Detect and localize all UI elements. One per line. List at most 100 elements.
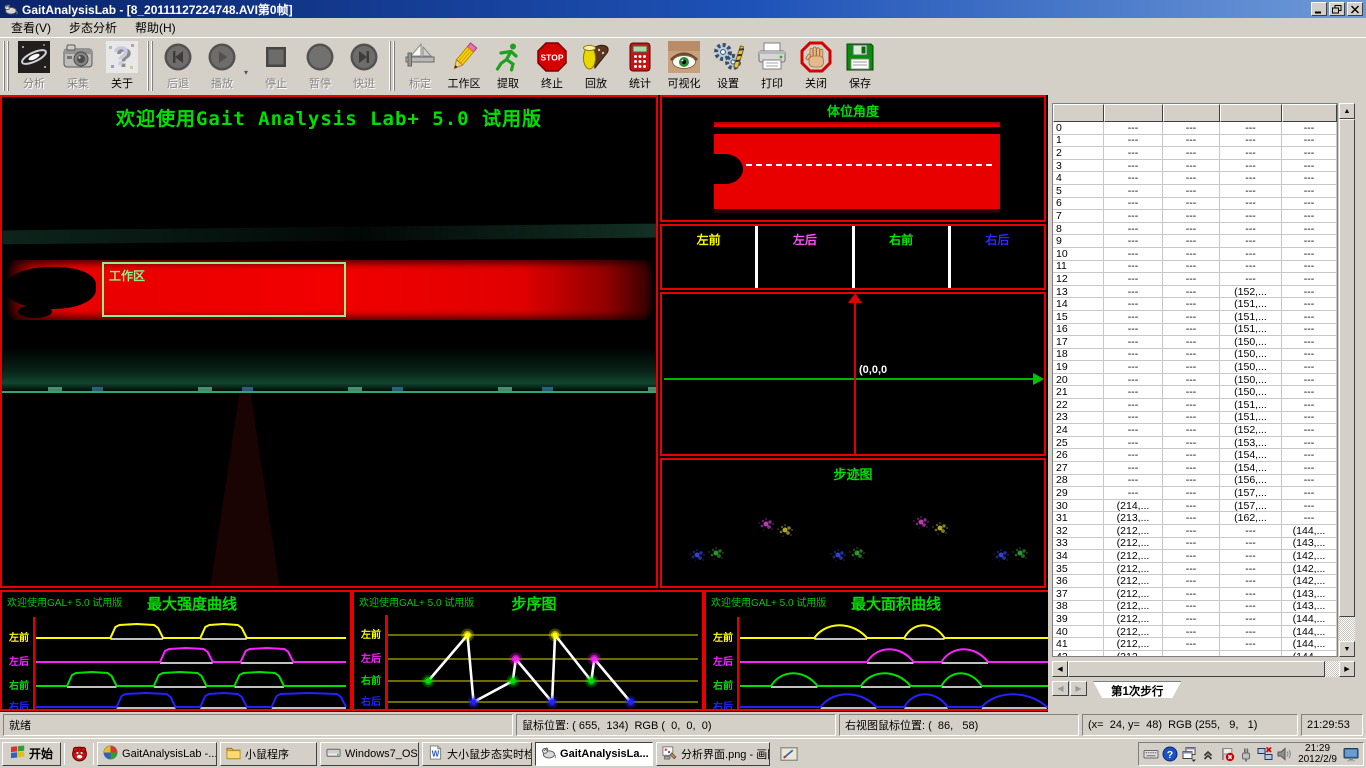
toolbar-button-快进[interactable]: 快进 — [342, 38, 386, 92]
table-row[interactable]: 28------(156,...--- — [1053, 475, 1337, 488]
table-row[interactable]: 23------(151,...--- — [1053, 412, 1337, 425]
start-button[interactable]: 开始 — [2, 742, 61, 766]
taskbar-task-5[interactable]: 分析界面.png - 画图 — [656, 742, 770, 766]
menu-item-1[interactable]: 步态分析 — [60, 18, 126, 37]
scroll-down-button[interactable]: ▼ — [1339, 641, 1355, 657]
sheet-tab-walk1[interactable]: 第1次步行 — [1093, 681, 1181, 698]
table-row[interactable]: 5------------ — [1053, 185, 1337, 198]
workarea-box[interactable]: 工作区 — [102, 262, 346, 317]
table-row[interactable]: 10------------ — [1053, 248, 1337, 261]
keyboard-icon[interactable] — [1143, 746, 1159, 762]
table-row[interactable]: 33(212,...------(143,... — [1053, 538, 1337, 551]
table-row[interactable]: 12------------ — [1053, 273, 1337, 286]
table-row[interactable]: 32(212,...------(144,... — [1053, 525, 1337, 538]
menu-item-2[interactable]: 帮助(H) — [126, 18, 185, 37]
table-row[interactable]: 3------------ — [1053, 160, 1337, 173]
grid-header-2[interactable] — [1163, 104, 1220, 122]
tablet-icon[interactable] — [779, 744, 799, 764]
scroll-left-button[interactable]: ◀ — [1052, 661, 1068, 677]
tab-next-button[interactable]: ▶ — [1070, 681, 1087, 696]
flag-alert-icon[interactable] — [1219, 746, 1235, 762]
toolbar-button-标定[interactable]: 标定 — [398, 38, 442, 92]
grid-header-3[interactable] — [1220, 104, 1282, 122]
restore-window-icon[interactable] — [1181, 746, 1197, 762]
toolbar-button-工作区[interactable]: 工作区 — [442, 38, 486, 92]
chevron-up-icon[interactable] — [1200, 746, 1216, 762]
vertical-scroll-thumb[interactable] — [1339, 119, 1355, 617]
table-row[interactable]: 11------------ — [1053, 261, 1337, 274]
table-row[interactable]: 7------------ — [1053, 210, 1337, 223]
table-row[interactable]: 37(212,...------(143,... — [1053, 588, 1337, 601]
table-row[interactable]: 36(212,...------(142,... — [1053, 575, 1337, 588]
grid-header-4[interactable] — [1282, 104, 1337, 122]
table-row[interactable]: 21------(150,...--- — [1053, 386, 1337, 399]
close-button[interactable] — [1347, 2, 1363, 16]
toolbar-button-后退[interactable]: 后退 — [156, 38, 200, 92]
toolbar-button-打印[interactable]: 打印 — [750, 38, 794, 92]
table-row[interactable]: 39(212,...------(144,... — [1053, 613, 1337, 626]
table-row[interactable]: 15------(151,...--- — [1053, 311, 1337, 324]
menu-item-0[interactable]: 查看(V) — [2, 18, 60, 37]
table-row[interactable]: 35(212,...------(142,... — [1053, 563, 1337, 576]
table-row[interactable]: 4------------ — [1053, 172, 1337, 185]
table-row[interactable]: 40(212,...------(144,... — [1053, 626, 1337, 639]
horizontal-scrollbar[interactable]: ◀ ▶ — [1052, 661, 1355, 677]
table-row[interactable]: 16------(151,...--- — [1053, 324, 1337, 337]
table-row[interactable]: 0------------ — [1053, 122, 1337, 135]
table-row[interactable]: 2------------ — [1053, 147, 1337, 160]
table-row[interactable]: 17------(150,...--- — [1053, 336, 1337, 349]
table-row[interactable]: 6------------ — [1053, 198, 1337, 211]
toolbar-button-统计[interactable]: 统计 — [618, 38, 662, 92]
toolbar-button-提取[interactable]: 提取 — [486, 38, 530, 92]
taskbar-task-2[interactable]: Windows7_OS (C:) — [320, 742, 419, 766]
table-row[interactable]: 22------(151,...--- — [1053, 399, 1337, 412]
table-row[interactable]: 29------(157,...--- — [1053, 487, 1337, 500]
scroll-up-button[interactable]: ▲ — [1339, 103, 1355, 119]
toolbar-button-暂停[interactable]: 暂停 — [298, 38, 342, 92]
play-dropdown-arrow[interactable]: ▾ — [244, 68, 254, 77]
table-row[interactable]: 19------(150,...--- — [1053, 361, 1337, 374]
toolbar-button-回放[interactable]: 回放 — [574, 38, 618, 92]
toolbar-button-关于[interactable]: ??关于 — [100, 38, 144, 92]
table-row[interactable]: 34(212,...------(142,... — [1053, 550, 1337, 563]
table-row[interactable]: 13------(152,...--- — [1053, 286, 1337, 299]
grid-header-1[interactable] — [1104, 104, 1163, 122]
restore-button[interactable] — [1329, 2, 1345, 16]
toolbar-button-停止[interactable]: 停止 — [254, 38, 298, 92]
grid-header-0[interactable] — [1053, 104, 1104, 122]
table-row[interactable]: 26------(154,...--- — [1053, 449, 1337, 462]
toolbar-button-可视化[interactable]: 可视化 — [662, 38, 706, 92]
toolbar-button-终止[interactable]: STOP终止 — [530, 38, 574, 92]
toolbar-button-设置[interactable]: 设置 — [706, 38, 750, 92]
taskbar-task-0[interactable]: GaitAnalysisLab -... — [97, 742, 217, 766]
plug-icon[interactable] — [1238, 746, 1254, 762]
minimize-button[interactable] — [1311, 2, 1327, 16]
taskbar-task-3[interactable]: W大小鼠步态实时检.. — [422, 742, 532, 766]
table-row[interactable]: 24------(152,...--- — [1053, 424, 1337, 437]
vertical-scroll-track[interactable] — [1339, 617, 1355, 641]
table-row[interactable]: 42(212,...------(144,... — [1053, 651, 1337, 656]
table-row[interactable]: 41(212,...------(144,... — [1053, 638, 1337, 651]
table-row[interactable]: 18------(150,...--- — [1053, 349, 1337, 362]
show-desktop-icon[interactable] — [1343, 746, 1359, 762]
scroll-right-button[interactable]: ▶ — [1339, 661, 1355, 677]
red-mouse-icon[interactable] — [68, 743, 90, 765]
table-row[interactable]: 14------(151,...--- — [1053, 298, 1337, 311]
vertical-scrollbar[interactable]: ▲ ▼ — [1339, 103, 1355, 657]
table-row[interactable]: 8------------ — [1053, 223, 1337, 236]
table-row[interactable]: 20------(150,...--- — [1053, 374, 1337, 387]
speaker-icon[interactable] — [1276, 746, 1292, 762]
horizontal-scroll-track[interactable] — [1325, 661, 1339, 677]
table-row[interactable]: 1------------ — [1053, 135, 1337, 148]
taskbar-task-1[interactable]: 小鼠程序 — [220, 742, 317, 766]
table-row[interactable]: 30(214,...---(157,...--- — [1053, 500, 1337, 513]
table-row[interactable]: 31(213,...---(162,...--- — [1053, 512, 1337, 525]
network-x-icon[interactable] — [1257, 746, 1273, 762]
table-row[interactable]: 25------(153,...--- — [1053, 437, 1337, 450]
toolbar-button-关闭[interactable]: 关闭 — [794, 38, 838, 92]
toolbar-button-分析[interactable]: 分析 — [12, 38, 56, 92]
horizontal-scroll-thumb[interactable] — [1068, 661, 1325, 677]
table-row[interactable]: 38(212,...------(143,... — [1053, 601, 1337, 614]
taskbar-task-4[interactable]: GaitAnalysisLa... — [535, 742, 653, 766]
table-row[interactable]: 9------------ — [1053, 235, 1337, 248]
